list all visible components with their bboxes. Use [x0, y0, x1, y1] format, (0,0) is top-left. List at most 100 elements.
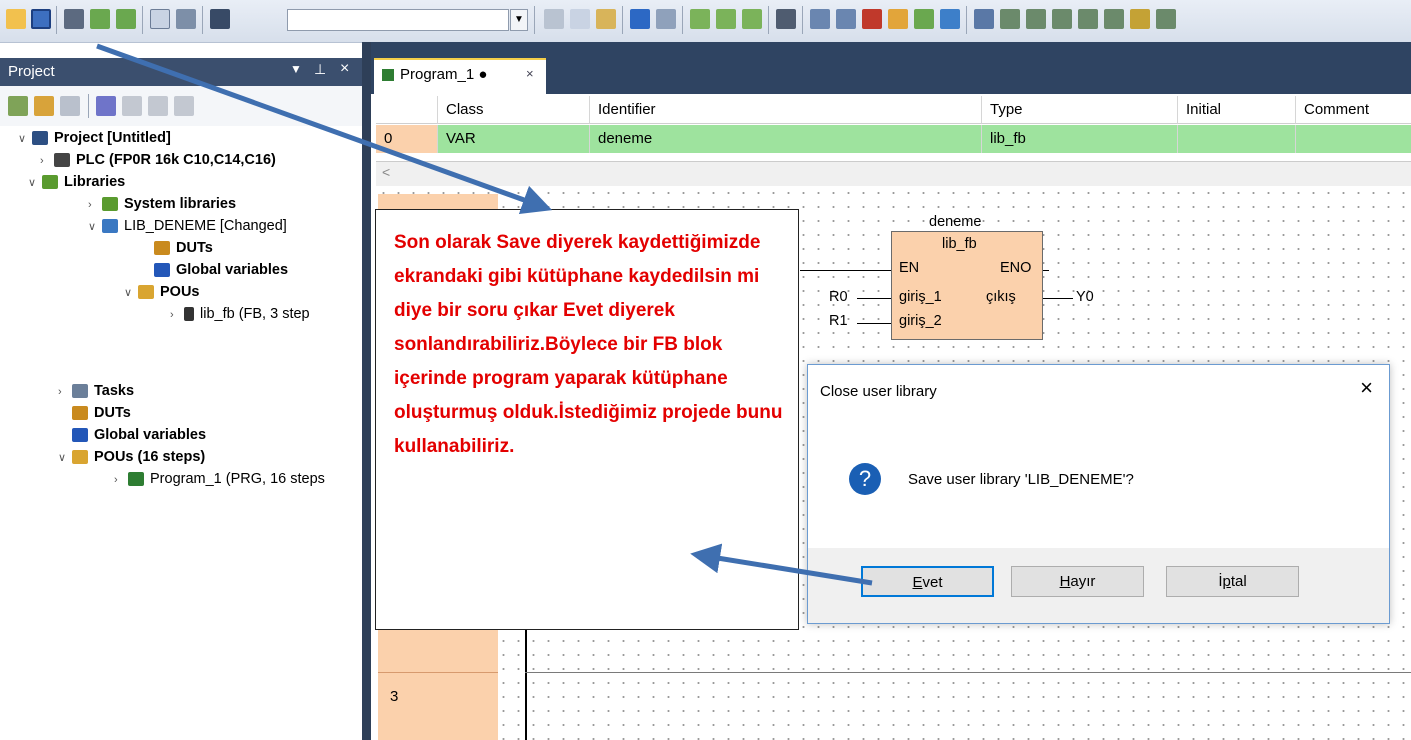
tree-item-duts[interactable]: DUTs: [72, 402, 131, 424]
toolbar-separator: [534, 6, 535, 34]
library-open-icon[interactable]: [122, 96, 142, 116]
cell-comment[interactable]: [1296, 125, 1411, 153]
delete-line-icon[interactable]: [862, 9, 882, 29]
panel-menu-icon[interactable]: ▼: [290, 62, 302, 76]
online-edit-icon[interactable]: [716, 9, 736, 29]
coil-y0[interactable]: Y0: [1076, 289, 1094, 305]
cell-initial[interactable]: [1178, 125, 1296, 153]
close-icon[interactable]: ×: [340, 60, 349, 78]
toolbar-separator: [622, 6, 623, 34]
chevron-down-icon[interactable]: ∨: [28, 172, 42, 194]
tree-item-global-variables[interactable]: Global variables: [72, 424, 206, 446]
network-icon[interactable]: [776, 9, 796, 29]
set-coil-icon[interactable]: [1078, 9, 1098, 29]
pou-icon[interactable]: [888, 9, 908, 29]
chevron-down-icon[interactable]: ∨: [18, 128, 32, 150]
library-save-icon[interactable]: [148, 96, 168, 116]
add-task-icon[interactable]: [60, 96, 80, 116]
horizontal-scrollbar[interactable]: <: [376, 161, 1411, 187]
cut-icon[interactable]: [544, 9, 564, 29]
global-variables-icon: [72, 428, 88, 443]
pane-splitter[interactable]: [362, 42, 371, 740]
chevron-down-icon[interactable]: ∨: [58, 447, 72, 469]
contact-nc-icon[interactable]: [1026, 9, 1046, 29]
tree-item-lib-duts[interactable]: DUTs: [140, 237, 213, 259]
cell-class[interactable]: VAR: [438, 125, 590, 153]
tab-label: Program_1 ●: [400, 66, 488, 83]
add-dut-icon[interactable]: [34, 96, 54, 116]
close-icon[interactable]: ×: [1360, 375, 1373, 401]
dut-icon[interactable]: [914, 9, 934, 29]
tree-item-tasks[interactable]: › Tasks: [58, 380, 134, 402]
cell-type[interactable]: lib_fb: [982, 125, 1178, 153]
close-icon[interactable]: ×: [526, 66, 534, 81]
column-header-class[interactable]: Class: [438, 96, 590, 124]
column-header-initial[interactable]: Initial: [1178, 96, 1296, 124]
library-check-icon[interactable]: [174, 96, 194, 116]
project-panel-title: Project: [8, 63, 55, 80]
rung-wire: [800, 270, 891, 271]
find-icon[interactable]: [210, 9, 230, 29]
tree-item-lib-global-variables[interactable]: Global variables: [140, 259, 288, 281]
copy-icon[interactable]: [570, 9, 590, 29]
chevron-right-icon[interactable]: ›: [58, 381, 72, 403]
chevron-right-icon[interactable]: ›: [114, 469, 128, 491]
tree-item-plc[interactable]: › PLC (FP0R 16k C10,C14,C16): [40, 149, 276, 171]
tree-item-program-1[interactable]: › Program_1 (PRG, 16 steps: [114, 468, 325, 490]
r0-wire: [857, 298, 891, 299]
draw-line-icon[interactable]: [974, 9, 994, 29]
variables-icon[interactable]: [940, 9, 960, 29]
no-button[interactable]: Hayır: [1011, 566, 1144, 597]
undo-icon[interactable]: [630, 9, 650, 29]
column-header-comment[interactable]: Comment: [1296, 96, 1411, 124]
chevron-right-icon[interactable]: ›: [88, 194, 102, 216]
tree-item-libraries[interactable]: ∨ Libraries: [28, 171, 125, 193]
search-input[interactable]: [287, 9, 509, 31]
tree-item-project[interactable]: ∨ Project [Untitled]: [18, 127, 171, 149]
insert-line-icon[interactable]: [810, 9, 830, 29]
compile-all-icon[interactable]: [116, 9, 136, 29]
cell-identifier[interactable]: deneme: [590, 125, 982, 153]
tree-item-lib-deneme[interactable]: ∨ LIB_DENEME [Changed]: [88, 215, 287, 237]
chevron-down-icon[interactable]: ∨: [88, 216, 102, 238]
row-index[interactable]: 0: [376, 125, 438, 153]
chevron-right-icon[interactable]: ›: [170, 304, 184, 326]
compile-icon[interactable]: [90, 9, 110, 29]
column-header-type[interactable]: Type: [982, 96, 1178, 124]
jump-icon[interactable]: [1156, 9, 1176, 29]
pin-icon[interactable]: ⊥: [314, 61, 326, 78]
append-line-icon[interactable]: [836, 9, 856, 29]
coil-icon[interactable]: [1052, 9, 1072, 29]
redo-icon[interactable]: [656, 9, 676, 29]
open-folder-icon[interactable]: [6, 9, 26, 29]
offline-icon[interactable]: [742, 9, 762, 29]
contact-icon[interactable]: [1000, 9, 1020, 29]
function-icon[interactable]: [1130, 9, 1150, 29]
fb-instance-name[interactable]: deneme: [929, 214, 981, 230]
print-preview-icon[interactable]: [150, 9, 170, 29]
library-icon[interactable]: [96, 96, 116, 116]
monitor-icon[interactable]: [690, 9, 710, 29]
chevron-down-icon[interactable]: ∨: [124, 282, 138, 304]
dialog-message: Save user library 'LIB_DENEME'?: [908, 471, 1134, 488]
scroll-left-icon[interactable]: <: [382, 164, 390, 180]
tree-item-system-libraries[interactable]: › System libraries: [88, 193, 236, 215]
tree-item-pous[interactable]: ∨ POUs (16 steps): [58, 446, 205, 468]
cancel-button[interactable]: İptal: [1166, 566, 1299, 597]
contact-r1[interactable]: R1: [829, 313, 848, 329]
plc-icon[interactable]: [64, 9, 84, 29]
contact-r0[interactable]: R0: [829, 289, 848, 305]
chevron-right-icon[interactable]: ›: [40, 150, 54, 172]
column-header-index: [376, 96, 438, 124]
yes-button[interactable]: Evet: [861, 566, 994, 597]
chevron-down-icon[interactable]: ▼: [510, 9, 528, 31]
tab-program-1[interactable]: Program_1 ● ×: [374, 58, 546, 94]
reset-coil-icon[interactable]: [1104, 9, 1124, 29]
tree-item-lib-pous[interactable]: ∨ POUs: [124, 281, 200, 303]
paste-icon[interactable]: [596, 9, 616, 29]
column-header-identifier[interactable]: Identifier: [590, 96, 982, 124]
print-icon[interactable]: [176, 9, 196, 29]
add-pou-icon[interactable]: [8, 96, 28, 116]
save-icon[interactable]: [31, 9, 51, 29]
tree-item-lib-fb[interactable]: › lib_fb (FB, 3 step: [170, 303, 310, 325]
